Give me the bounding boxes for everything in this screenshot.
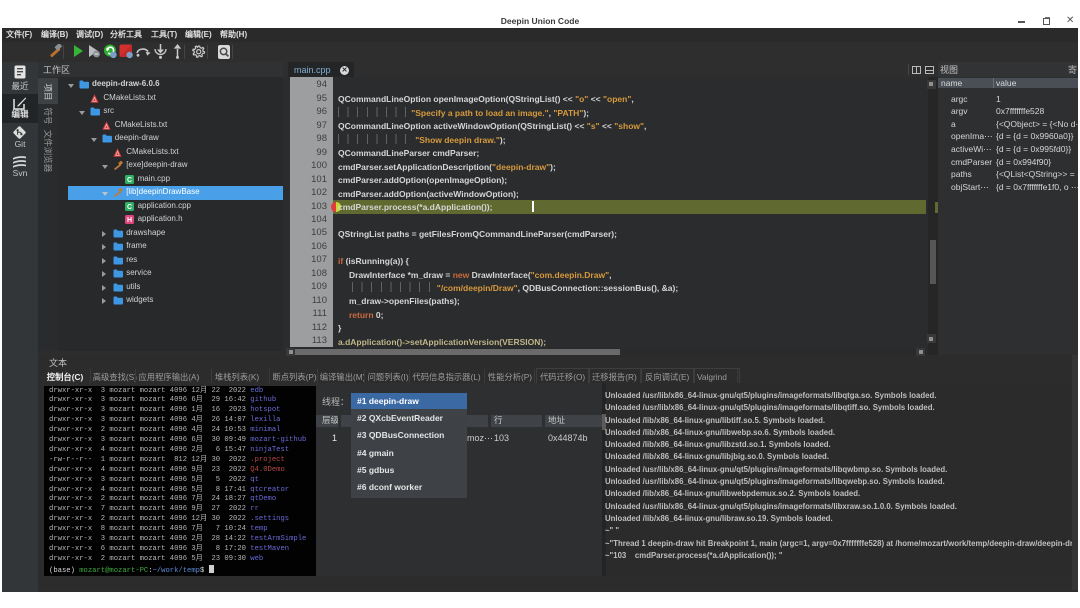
svg-text:C: C (127, 177, 132, 184)
svg-text:C: C (127, 204, 132, 211)
svg-text:H: H (127, 217, 132, 224)
